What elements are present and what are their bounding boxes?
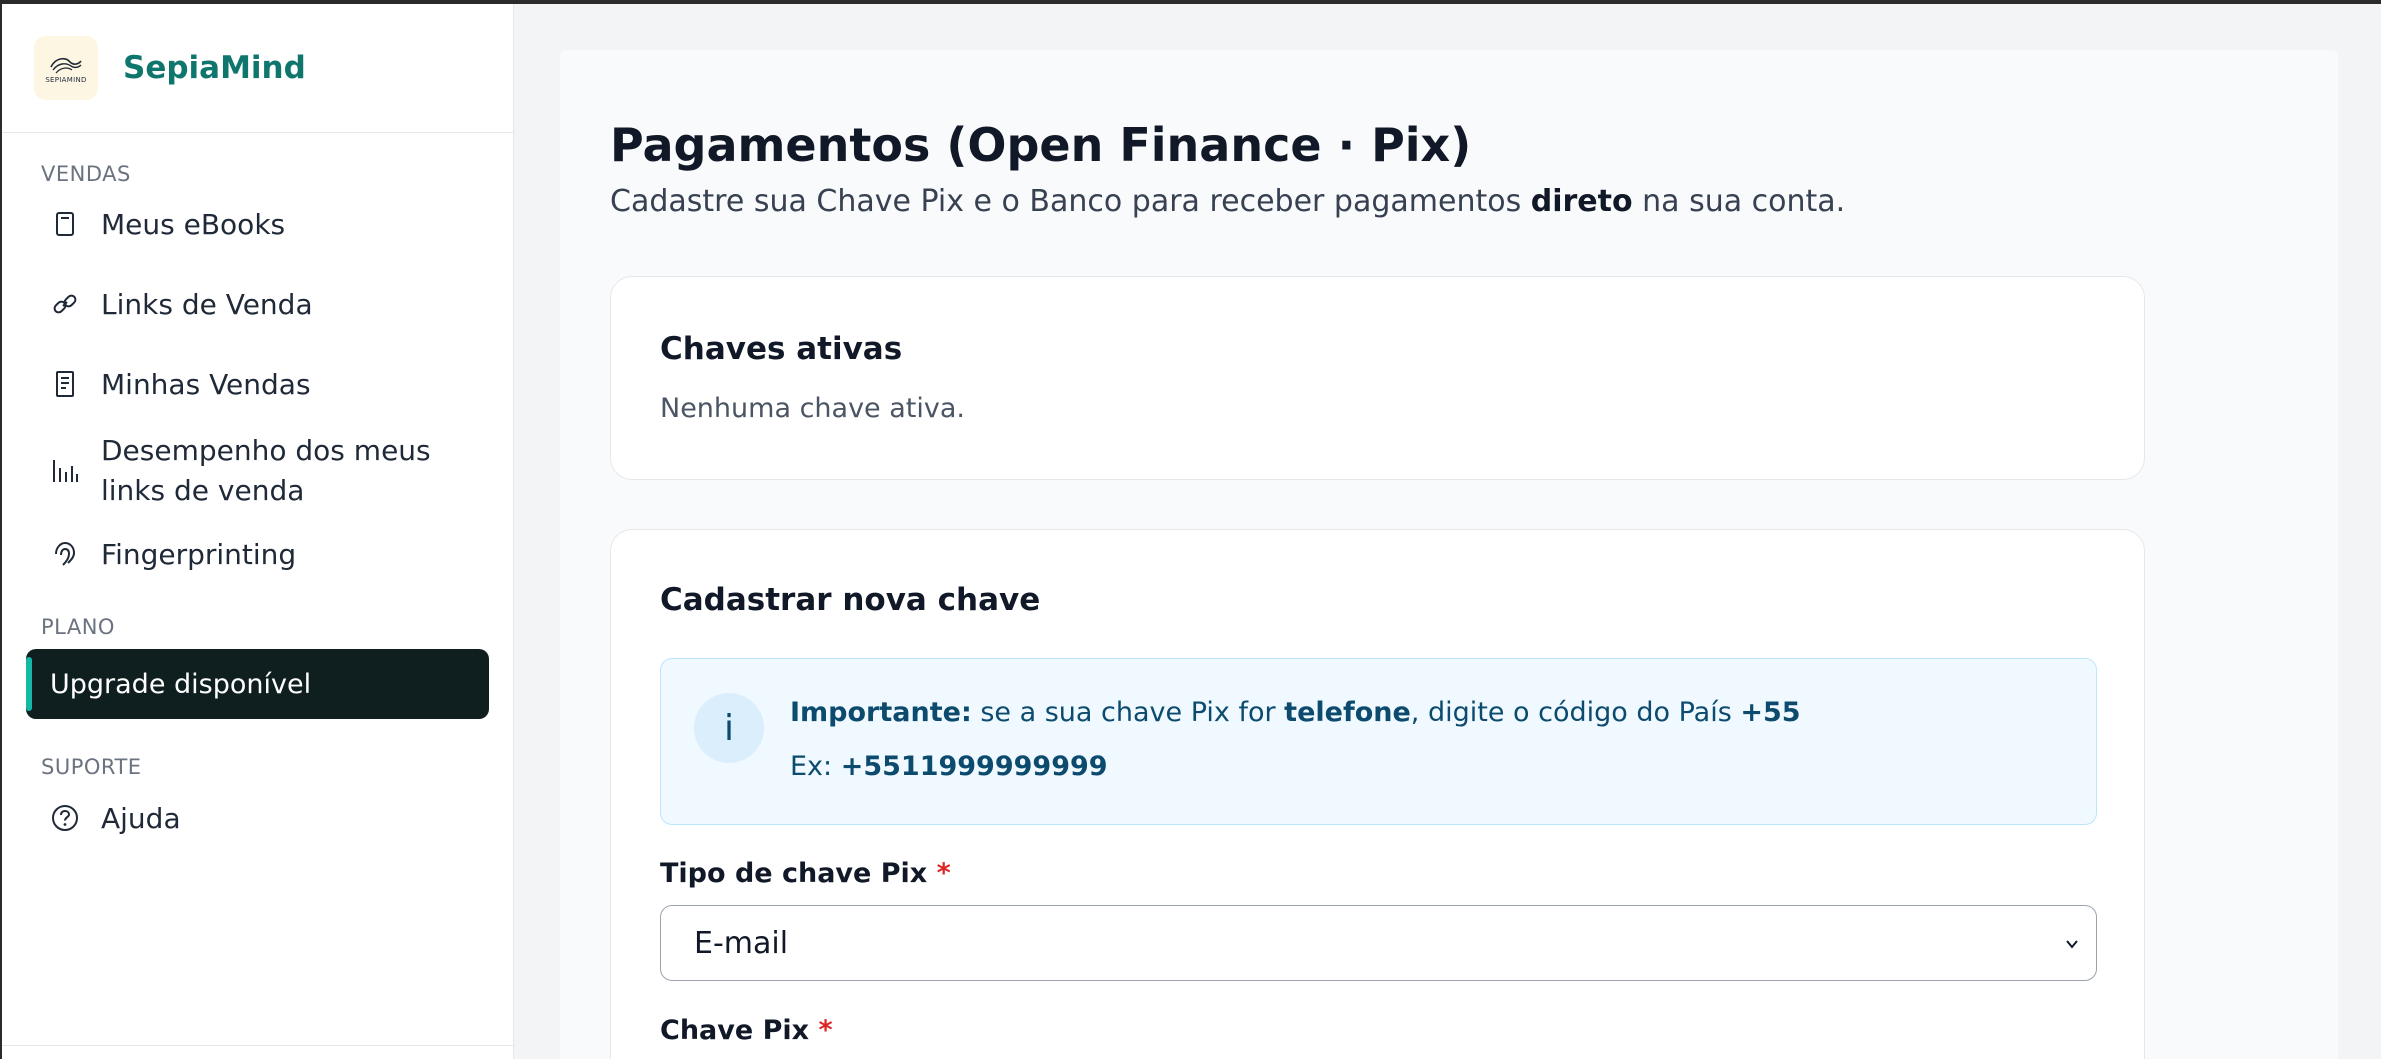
section-label-plano: PLANO	[41, 615, 115, 639]
book-icon	[51, 210, 79, 238]
sidebar-item-meus-ebooks[interactable]: Meus eBooks	[26, 191, 489, 257]
logo: SEPIAMIND	[34, 36, 98, 100]
link-icon	[51, 290, 79, 318]
chevron-down-icon	[2066, 940, 2078, 949]
sidebar-footer	[2, 1045, 513, 1059]
sidebar-nav: VENDAS Meus eBooks Links de Venda Minhas…	[2, 162, 513, 851]
info-text-line1: Importante: se a sua chave Pix for telef…	[790, 697, 1801, 728]
info-icon: i	[694, 693, 764, 763]
brand-header[interactable]: SEPIAMIND SepiaMind	[2, 4, 513, 133]
active-keys-card: Chaves ativas Nenhuma chave ativa.	[610, 276, 2145, 480]
receipt-icon	[51, 370, 79, 398]
sidebar-item-label: Fingerprinting	[101, 537, 297, 571]
pix-key-type-select[interactable]: E-mail	[660, 905, 2097, 981]
sidebar-item-desempenho[interactable]: Desempenho dos meus links de venda	[26, 425, 489, 517]
required-mark: *	[818, 1015, 833, 1046]
sidebar-item-fingerprinting[interactable]: Fingerprinting	[26, 521, 489, 587]
page-title: Pagamentos (Open Finance · Pix)	[610, 118, 1472, 172]
section-label-vendas: VENDAS	[41, 162, 131, 186]
sidebar-item-label: Desempenho dos meus links de venda	[101, 434, 431, 507]
pix-key-label: Chave Pix *	[660, 1015, 833, 1046]
sidebar: SEPIAMIND SepiaMind VENDAS Meus eBooks L…	[0, 4, 514, 1059]
active-accent-bar	[26, 657, 32, 711]
new-key-card: Cadastrar nova chave i Importante: se a …	[610, 529, 2145, 1059]
sidebar-item-links-de-venda[interactable]: Links de Venda	[26, 271, 489, 337]
required-mark: *	[936, 858, 951, 889]
select-value: E-mail	[694, 925, 789, 961]
pix-key-type-label: Tipo de chave Pix *	[660, 858, 951, 889]
fingerprint-icon	[51, 540, 79, 568]
sidebar-item-label: Upgrade disponível	[50, 668, 312, 700]
bar-chart-icon	[51, 457, 79, 485]
sidebar-item-minhas-vendas[interactable]: Minhas Vendas	[26, 351, 489, 417]
sidebar-item-ajuda[interactable]: Ajuda	[26, 785, 489, 851]
sidebar-item-label: Minhas Vendas	[101, 367, 311, 401]
help-circle-icon	[51, 804, 79, 832]
sidebar-item-upgrade[interactable]: Upgrade disponível	[26, 649, 489, 719]
section-label-suporte: SUPORTE	[41, 755, 142, 779]
info-text-line2: Ex: +5511999999999	[790, 751, 1108, 782]
sidebar-item-label: Links de Venda	[101, 287, 313, 321]
empty-state-text: Nenhuma chave ativa.	[660, 393, 965, 424]
info-alert: i Importante: se a sua chave Pix for tel…	[660, 658, 2097, 825]
logo-wordmark: SEPIAMIND	[45, 75, 87, 84]
card-title: Cadastrar nova chave	[660, 582, 1041, 618]
sidebar-item-label: Meus eBooks	[101, 207, 286, 241]
brand-name: SepiaMind	[123, 50, 306, 86]
page-subtitle: Cadastre sua Chave Pix e o Banco para re…	[610, 184, 1846, 219]
card-title: Chaves ativas	[660, 331, 903, 367]
sidebar-item-label: Ajuda	[101, 801, 181, 835]
squid-logo-icon	[50, 57, 82, 73]
